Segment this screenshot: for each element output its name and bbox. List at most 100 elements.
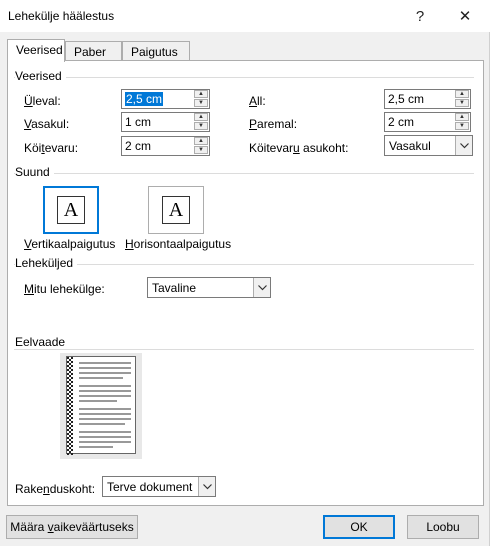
landscape-option[interactable]: A — [148, 186, 204, 234]
ok-button-label: OK — [350, 520, 368, 534]
top-margin-value: 2,5 cm — [125, 92, 164, 106]
orientation-group-divider — [14, 173, 474, 174]
preview-group-divider — [14, 349, 474, 350]
apply-to-value: Terve dokument — [107, 480, 193, 494]
gutter-position-label-text: asukoht: — [299, 141, 349, 155]
bottom-margin-label-mnemonic: A — [249, 94, 258, 108]
gutter-position-label: Köitevaru asukoht: — [249, 141, 348, 155]
tab-margins[interactable]: Veerised — [7, 39, 65, 62]
gutter-label-text: evaru: — [44, 141, 79, 155]
landscape-label[interactable]: Horisontaalpaigutus — [125, 237, 231, 251]
close-button[interactable]: ✕ — [443, 0, 487, 32]
apply-to-label-mnemonic: n — [43, 482, 50, 496]
bottom-margin-value: 2,5 cm — [388, 92, 425, 106]
top-margin-label-mnemonic: Ü — [24, 94, 33, 108]
right-margin-label-text: aremal: — [257, 117, 298, 131]
tab-paper-label: Paber — [74, 45, 107, 59]
apply-to-label-text: duskoht: — [49, 482, 96, 496]
cancel-button-label: Loobu — [426, 520, 460, 534]
spin-down-icon[interactable]: ▼ — [194, 122, 208, 130]
spin-up-icon[interactable]: ▲ — [194, 113, 208, 121]
preview-group-label: Eelvaade — [15, 335, 70, 349]
spin-down-icon[interactable]: ▼ — [194, 99, 208, 107]
left-margin-arrows: ▲ ▼ — [193, 113, 209, 131]
top-margin-spinner[interactable]: 2,5 cm ▲ ▼ — [121, 89, 210, 109]
right-margin-label-mnemonic: P — [249, 117, 258, 131]
gutter-spinner[interactable]: 2 cm ▲ ▼ — [121, 136, 210, 156]
right-margin-spinner[interactable]: 2 cm ▲ ▼ — [384, 112, 471, 132]
spin-down-icon[interactable]: ▼ — [455, 122, 469, 130]
chevron-down-icon[interactable] — [455, 136, 472, 155]
spin-down-icon[interactable]: ▼ — [194, 146, 208, 154]
spin-up-icon[interactable]: ▲ — [455, 113, 469, 121]
portrait-icon-letter: A — [63, 198, 79, 221]
top-margin-arrows: ▲ ▼ — [193, 90, 209, 108]
gutter-position-label-mnemonic: u — [293, 141, 300, 155]
orientation-group-label: Suund — [15, 165, 54, 179]
right-margin-value: 2 cm — [388, 115, 415, 129]
multiple-pages-value: Tavaline — [152, 281, 197, 295]
portrait-page-icon: A — [57, 196, 85, 224]
cancel-button[interactable]: Loobu — [407, 515, 479, 539]
left-margin-label: Vasakul: — [24, 117, 69, 131]
tab-margins-label: Veerised — [16, 43, 63, 57]
set-as-default-label-text: aikeväärtuseks — [53, 520, 134, 534]
top-margin-label-text: leval: — [32, 94, 61, 108]
landscape-label-text: orisontaalpaigutus — [133, 237, 232, 251]
tab-layout[interactable]: Paigutus — [122, 41, 190, 61]
page-setup-dialog: Lehekülje häälestus ? ✕ Veerised Paber P… — [0, 0, 490, 546]
help-button[interactable]: ? — [398, 0, 442, 32]
portrait-option[interactable]: A — [43, 186, 99, 234]
top-margin-label: Üleval: — [24, 94, 61, 108]
multiple-pages-select[interactable]: Tavaline — [147, 277, 271, 298]
preview-page — [66, 356, 136, 455]
gutter-position-label-pre: Köitevar — [249, 141, 294, 155]
set-as-default-label-pre: Määra — [10, 520, 48, 534]
tab-paper[interactable]: Paber — [65, 41, 122, 61]
ok-button[interactable]: OK — [323, 515, 395, 539]
bottom-margin-label: All: — [249, 94, 266, 108]
tab-layout-label: Paigutus — [131, 45, 178, 59]
margins-group-label: Veerised — [15, 69, 66, 83]
spin-up-icon[interactable]: ▲ — [455, 90, 469, 98]
tab-panel-margins: Veerised Üleval: 2,5 cm ▲ ▼ All: 2,5 cm … — [7, 60, 484, 506]
left-margin-label-text: asakul: — [31, 117, 70, 131]
portrait-label-text: ertikaalpaigutus — [31, 237, 116, 251]
landscape-page-icon: A — [162, 196, 190, 224]
apply-to-label: Rakenduskoht: — [15, 482, 95, 496]
spin-down-icon[interactable]: ▼ — [455, 99, 469, 107]
set-as-default-button[interactable]: Määra v aikeväärtuseks — [6, 515, 138, 539]
pages-group-divider — [14, 264, 474, 265]
multiple-pages-label-mnemonic: M — [24, 282, 34, 296]
apply-to-select[interactable]: Terve dokument — [102, 476, 216, 497]
chevron-down-icon[interactable] — [253, 278, 270, 297]
spin-up-icon[interactable]: ▲ — [194, 90, 208, 98]
landscape-label-mnemonic: H — [125, 237, 134, 251]
right-margin-label: Paremal: — [249, 117, 297, 131]
landscape-icon-letter: A — [168, 198, 184, 221]
apply-to-label-pre: Rake — [15, 482, 44, 496]
bottom-margin-label-text: ll: — [257, 94, 266, 108]
left-margin-spinner[interactable]: 1 cm ▲ ▼ — [121, 112, 210, 132]
bottom-margin-arrows: ▲ ▼ — [454, 90, 470, 108]
gutter-label-pre: Köi — [24, 141, 42, 155]
gutter-arrows: ▲ ▼ — [193, 137, 209, 155]
margins-group-divider — [14, 77, 474, 78]
preview-page-icon — [67, 357, 131, 455]
title-bar: Lehekülje häälestus ? ✕ — [0, 0, 490, 32]
help-icon: ? — [415, 7, 425, 25]
dialog-title: Lehekülje häälestus — [8, 9, 115, 23]
spin-up-icon[interactable]: ▲ — [194, 137, 208, 145]
pages-group-label: Leheküljed — [15, 256, 78, 270]
close-icon: ✕ — [458, 8, 472, 25]
portrait-label[interactable]: Vertikaalpaigutus — [24, 237, 115, 251]
multiple-pages-label: Mitu lehekülge: — [24, 282, 105, 296]
preview-frame — [60, 353, 142, 459]
left-margin-value: 1 cm — [125, 115, 152, 129]
gutter-position-value: Vasakul — [389, 139, 431, 153]
gutter-label: Köitevaru: — [24, 141, 78, 155]
gutter-position-select[interactable]: Vasakul — [384, 135, 473, 156]
chevron-down-icon[interactable] — [198, 477, 215, 496]
bottom-margin-spinner[interactable]: 2,5 cm ▲ ▼ — [384, 89, 471, 109]
right-margin-arrows: ▲ ▼ — [454, 113, 470, 131]
